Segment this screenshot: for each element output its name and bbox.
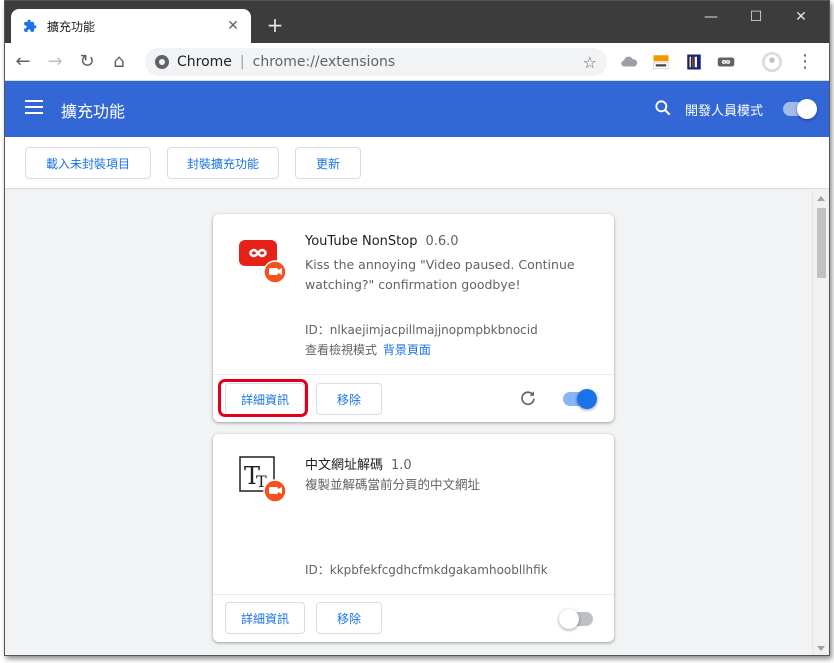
scroll-down-icon[interactable] (817, 646, 825, 651)
extension-id: ID：nlkaejimjacpillmajjnopmpbkbnocid (305, 323, 538, 337)
scrollbar-thumb[interactable] (817, 208, 826, 278)
extension-name-text: 中文網址解碼 (305, 458, 384, 473)
page-scrollbar[interactable] (812, 190, 829, 655)
extension-id: ID：kkpbfekfcgdhcfmkdgakamhoobllhfik (305, 563, 548, 577)
chrome-site-icon (155, 55, 169, 69)
inspect-views-label: 查看檢視模式 (305, 343, 378, 357)
dev-mode-label: 開發人員模式 (685, 104, 764, 119)
infinity-extension-icon[interactable] (717, 53, 735, 71)
browser-window: 擴充功能 ✕ + — ☐ ✕ ← → ↻ ⌂ Chrome | chrome:/… (4, 0, 830, 656)
url-path: chrome://extensions (252, 54, 396, 70)
extensions-header: 擴充功能 開發人員模式 (5, 81, 829, 137)
pack-extension-button[interactable]: 封裝擴充功能 (167, 147, 279, 179)
extension-card: T T 中文網址解碼 1.0 複製並解碼當前分頁的中文網址 ID：kkpbfekf… (213, 434, 614, 642)
highlight-annotation (218, 379, 308, 417)
search-icon[interactable] (653, 98, 673, 118)
browser-toolbar: ← → ↻ ⌂ Chrome | chrome://extensions ☆ ⋮ (5, 43, 829, 81)
extension-name-text: YouTube NonStop (305, 234, 418, 249)
extension-card: YouTube NonStop 0.6.0 Kiss the annoying "… (213, 214, 614, 422)
reload-extension-icon[interactable] (519, 389, 537, 407)
title-bar: 擴充功能 ✕ + — ☐ ✕ (5, 1, 829, 43)
tab-extensions[interactable]: 擴充功能 ✕ (11, 9, 251, 43)
new-tab-button[interactable]: + (263, 13, 287, 37)
chinese-url-decode-icon: T T (239, 456, 287, 503)
scroll-up-icon[interactable] (817, 196, 825, 201)
zhiwei-extension-icon[interactable] (652, 53, 670, 71)
url-separator: | (239, 54, 245, 70)
cloud-icon[interactable] (620, 53, 638, 71)
load-unpacked-button[interactable]: 載入未封裝項目 (25, 147, 151, 179)
profile-avatar-icon[interactable] (761, 51, 783, 73)
hamburger-menu-icon[interactable] (25, 100, 43, 116)
card-divider (213, 374, 614, 375)
youtube-nonstop-icon (239, 240, 287, 284)
close-window-button[interactable]: ✕ (781, 7, 821, 27)
extension-version: 1.0 (391, 458, 412, 473)
extension-name: 中文網址解碼 1.0 (305, 454, 412, 473)
barcode-extension-icon[interactable] (685, 53, 703, 71)
forward-button[interactable]: → (43, 50, 67, 74)
address-bar[interactable]: Chrome | chrome://extensions ☆ (145, 48, 607, 76)
maximize-button[interactable]: ☐ (736, 7, 776, 27)
page-title: 擴充功能 (61, 102, 126, 121)
card-divider (213, 594, 614, 595)
remove-button[interactable]: 移除 (316, 602, 382, 634)
puzzle-icon (24, 19, 37, 32)
tab-title: 擴充功能 (47, 19, 96, 34)
details-button[interactable]: 詳細資訊 (225, 602, 305, 634)
tab-close-icon[interactable]: ✕ (223, 18, 243, 34)
inspect-views: 查看檢視模式 背景頁面 (305, 341, 431, 358)
url-host: Chrome (177, 54, 232, 70)
bookmark-star-icon[interactable]: ☆ (583, 53, 597, 72)
back-button[interactable]: ← (11, 50, 35, 74)
dev-actions-bar: 載入未封裝項目 封裝擴充功能 更新 (5, 137, 829, 189)
extension-enable-toggle[interactable] (559, 609, 593, 629)
home-button[interactable]: ⌂ (107, 50, 131, 74)
extension-version: 0.6.0 (425, 234, 459, 249)
minimize-button[interactable]: — (691, 7, 731, 27)
dev-mode-toggle[interactable] (783, 99, 817, 119)
background-page-link[interactable]: 背景頁面 (383, 343, 431, 357)
extension-enable-toggle[interactable] (563, 389, 597, 409)
update-button[interactable]: 更新 (295, 147, 361, 179)
more-vert-icon[interactable]: ⋮ (793, 50, 817, 74)
extension-description: 複製並解碼當前分頁的中文網址 (305, 477, 481, 492)
remove-button[interactable]: 移除 (316, 383, 382, 415)
extension-name: YouTube NonStop 0.6.0 (305, 234, 459, 249)
reload-button[interactable]: ↻ (75, 50, 99, 74)
extension-description: Kiss the annoying "Video paused. Continu… (305, 257, 575, 292)
